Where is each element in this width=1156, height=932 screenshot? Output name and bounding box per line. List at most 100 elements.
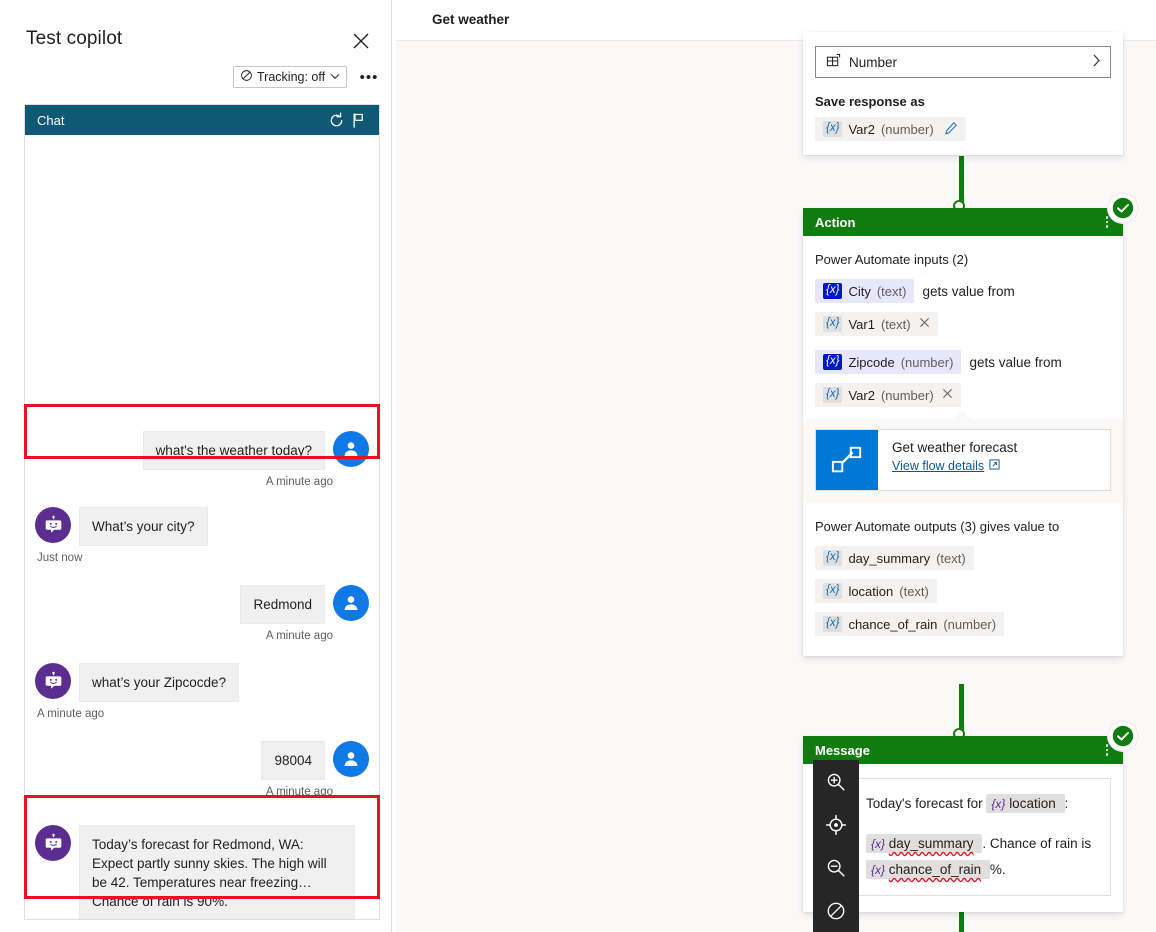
variable-type: (text): [880, 316, 911, 332]
zoom-out-icon[interactable]: [813, 846, 859, 889]
zoom-in-icon[interactable]: [813, 760, 859, 803]
variable-token-icon: {x}: [991, 797, 1006, 811]
message-text-editor[interactable]: Today's forecast for {x} location : {x} …: [851, 778, 1111, 896]
variable-name: location: [848, 583, 894, 599]
connector-line-3: [959, 912, 964, 932]
highlight-box-user-message: [24, 404, 380, 459]
output-row-day-summary: {x} day_summary (text): [815, 546, 1111, 570]
list-item[interactable]: Redmond: [25, 585, 379, 624]
variable-token-icon: {x}: [871, 837, 886, 851]
question-node[interactable]: Number Save response as {x} Var2 (number…: [803, 32, 1123, 155]
variable-chip-location[interactable]: {x} location (text): [815, 579, 937, 603]
message-line-2: {x} day_summary . Chance of rain is {x} …: [866, 831, 1096, 883]
bot-avatar-icon: [35, 663, 71, 699]
variable-token-day-summary[interactable]: {x} day_summary: [866, 834, 983, 853]
tracking-off-icon: [240, 69, 253, 85]
close-icon[interactable]: [919, 317, 930, 331]
message-group-2: What’s your city? Just now: [25, 507, 379, 564]
chevron-down-icon: [330, 72, 340, 82]
variable-name: chance_of_rain: [888, 862, 982, 877]
message-line3-text: %.: [989, 862, 1006, 877]
breadcrumb: Get weather: [432, 12, 510, 27]
variable-type: (text): [936, 550, 966, 566]
message-line-1: Today's forecast for {x} location :: [866, 791, 1096, 817]
variable-type: (text): [899, 583, 929, 599]
variable-chip-chance-of-rain[interactable]: {x} chance_of_rain (number): [815, 612, 1005, 636]
gets-value-from-label: gets value from: [922, 283, 1015, 299]
test-panel-toolbar: Tracking: off •••: [0, 66, 392, 94]
message-bubble: 98004: [261, 741, 325, 780]
input-row-city: {x} City (text) gets value from: [815, 279, 1111, 303]
refresh-icon[interactable]: [325, 109, 347, 131]
param-chip-zipcode[interactable]: {x} Zipcode (number): [815, 350, 962, 374]
flow-reference-panel: Get weather forecast View flow details: [803, 410, 1123, 503]
variable-name: Var2: [848, 387, 875, 403]
param-name: Zipcode: [848, 354, 895, 370]
close-icon[interactable]: [942, 388, 953, 402]
list-item[interactable]: What’s your city?: [25, 507, 379, 546]
variable-token-icon: {x}: [823, 354, 843, 370]
variable-name: day_summary: [888, 836, 974, 851]
pencil-icon[interactable]: [944, 121, 958, 138]
variable-name: location: [1009, 796, 1056, 811]
message-content-row: Today's forecast for {x} location : {x} …: [815, 778, 1111, 896]
variable-token-icon: {x}: [823, 283, 843, 299]
bot-avatar-icon: [35, 507, 71, 543]
message-bubble: Redmond: [240, 585, 325, 624]
message-timestamp: Just now: [37, 552, 83, 564]
flag-icon[interactable]: [347, 109, 369, 131]
action-node[interactable]: Action Power Automate inputs (2) {x} Cit…: [803, 194, 1137, 656]
variable-token-icon: {x}: [823, 550, 843, 566]
message-group-5: 98004 A minute ago: [25, 741, 379, 798]
open-in-new-icon: [989, 458, 1000, 473]
variable-type: (number): [880, 121, 934, 137]
message-group-3: Redmond A minute ago: [25, 585, 379, 642]
fit-to-view-icon[interactable]: [813, 803, 859, 846]
output-row-chance-of-rain: {x} chance_of_rain (number): [815, 612, 1111, 636]
param-type: (number): [900, 354, 954, 370]
param-name: City: [848, 283, 871, 299]
variable-token-icon: {x}: [823, 387, 843, 403]
action-node-header[interactable]: Action: [803, 194, 1137, 236]
response-type-value: Number: [849, 54, 898, 70]
variable-type: (number): [943, 616, 997, 632]
canvas-zoom-toolbar[interactable]: [813, 760, 859, 932]
input-value-row-var1: {x} Var1 (text): [815, 312, 1111, 336]
authoring-canvas[interactable]: Get weather Number Save response as {x} …: [396, 0, 1156, 932]
variable-chip-var2[interactable]: {x} Var2 (number): [815, 117, 966, 141]
variable-name: Var2: [848, 121, 875, 137]
variable-chip-var2-input[interactable]: {x} Var2 (number): [815, 383, 961, 407]
message-line1-suffix: :: [1064, 796, 1069, 811]
flow-card[interactable]: Get weather forecast View flow details: [815, 429, 1111, 491]
message-bubble: What’s your city?: [79, 507, 208, 546]
param-type: (text): [876, 283, 907, 299]
variable-token-icon: {x}: [871, 863, 886, 877]
view-flow-details-link[interactable]: View flow details: [892, 459, 984, 473]
reset-zoom-icon[interactable]: [813, 889, 859, 932]
variable-name: Var1: [848, 316, 875, 332]
avatar: [333, 585, 369, 621]
action-node-title: Action: [815, 214, 856, 230]
variable-chip-day-summary[interactable]: {x} day_summary (text): [815, 546, 974, 570]
list-item[interactable]: 98004: [25, 741, 379, 780]
variable-token-icon: {x}: [823, 316, 843, 332]
variable-type: (number): [880, 387, 934, 403]
variable-token-icon: {x}: [823, 121, 843, 137]
more-options-button[interactable]: •••: [357, 66, 381, 88]
message-group-4: what’s your Zipcocde? A minute ago: [25, 663, 379, 720]
variable-name: chance_of_rain: [848, 616, 938, 632]
tracking-label: Tracking: off: [257, 70, 326, 84]
power-automate-icon: [816, 430, 878, 490]
param-chip-city[interactable]: {x} City (text): [815, 279, 915, 303]
tracking-toggle-button[interactable]: Tracking: off: [233, 66, 348, 88]
variable-token-location[interactable]: {x} location: [986, 794, 1065, 813]
close-icon[interactable]: [348, 28, 374, 54]
page-title: Test copilot: [26, 28, 123, 49]
input-row-zipcode: {x} Zipcode (number) gets value from: [815, 350, 1111, 374]
input-value-row-var2: {x} Var2 (number): [815, 383, 1111, 407]
response-type-select[interactable]: Number: [815, 46, 1111, 78]
list-item[interactable]: what’s your Zipcocde?: [25, 663, 379, 702]
variable-token-chance-of-rain[interactable]: {x} chance_of_rain: [866, 860, 990, 879]
variable-chip-var1[interactable]: {x} Var1 (text): [815, 312, 938, 336]
chat-title: Chat: [37, 112, 65, 128]
